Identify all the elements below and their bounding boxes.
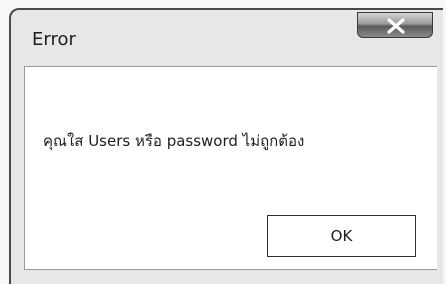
error-message: คุณใส Users หรือ password ไม่ถูกต้อง — [43, 132, 305, 150]
close-button[interactable] — [357, 12, 433, 38]
ok-button[interactable]: OK — [267, 215, 416, 257]
dialog-title: Error — [32, 29, 76, 50]
dialog-content: คุณใส Users หรือ password ไม่ถูกต้อง OK — [24, 66, 437, 270]
close-icon — [387, 18, 405, 34]
titlebar: Error — [11, 10, 443, 64]
error-dialog: Error คุณใส Users หรือ password ไม่ถูกต้… — [9, 8, 443, 284]
